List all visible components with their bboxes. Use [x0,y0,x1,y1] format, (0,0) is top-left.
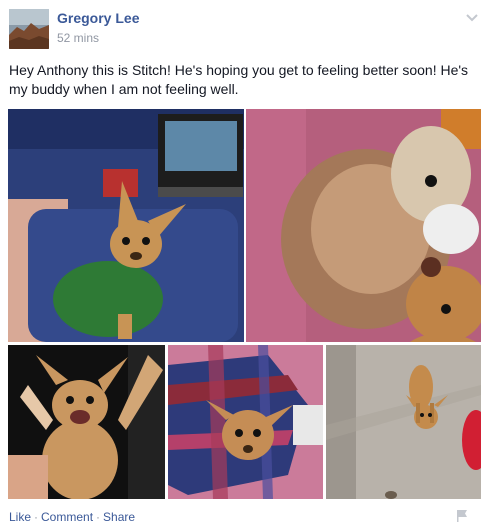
photo-4[interactable] [168,345,323,499]
separator: · [96,510,101,524]
photo-2[interactable] [246,109,481,342]
share-link[interactable]: Share [103,510,135,524]
photo-3[interactable] [8,345,165,499]
comment-link[interactable]: Comment [41,510,93,524]
post-actions: Like · Comment · Share [9,510,135,524]
chevron-down-icon[interactable] [465,10,479,22]
avatar[interactable] [9,9,49,49]
separator: · [34,510,39,524]
feed-post: Gregory Lee 52 mins Hey Anthony this is … [0,0,489,531]
author-name[interactable]: Gregory Lee [57,10,139,26]
post-message: Hey Anthony this is Stitch! He's hoping … [9,62,469,97]
post-timestamp[interactable]: 52 mins [57,31,99,45]
flag-icon[interactable] [456,509,468,523]
like-link[interactable]: Like [9,510,31,524]
photo-5[interactable] [326,345,481,499]
photo-1[interactable] [8,109,244,342]
